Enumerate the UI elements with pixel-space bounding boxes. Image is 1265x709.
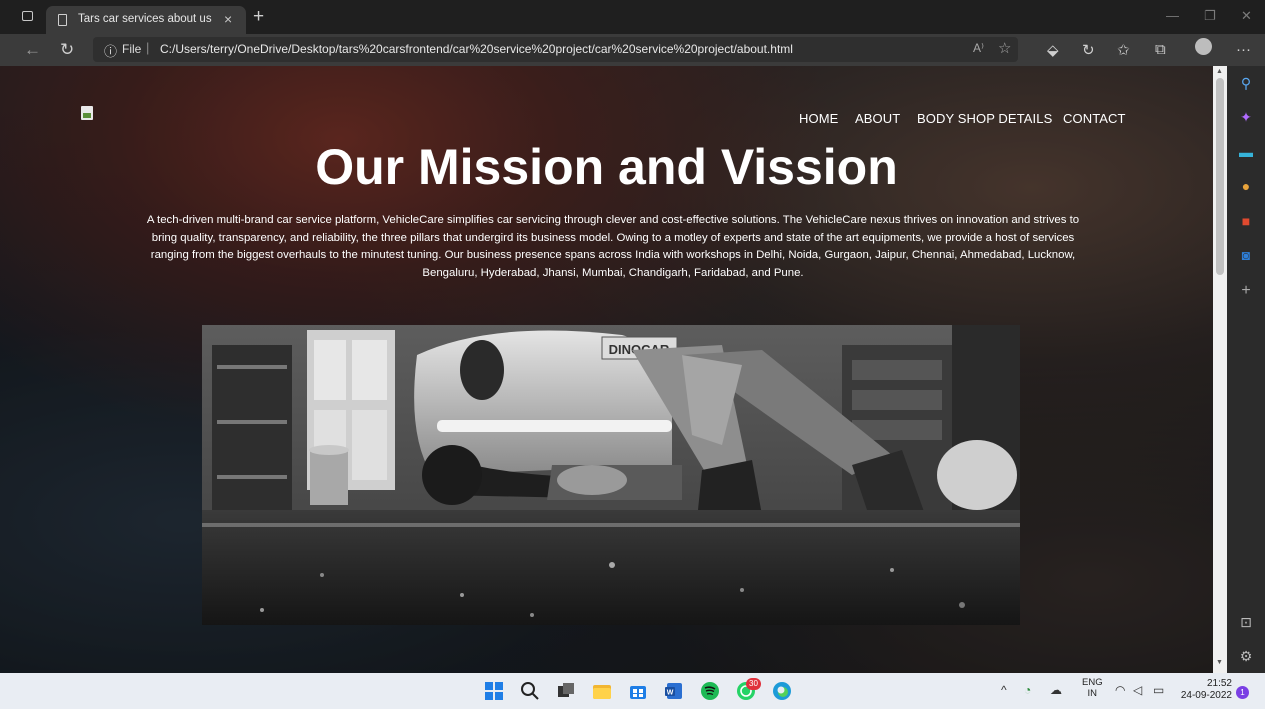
search-icon[interactable]: ⚲	[1227, 75, 1265, 92]
microsoft-store-icon[interactable]	[628, 681, 648, 701]
hide-sidebar-icon[interactable]: ⊡	[1227, 614, 1265, 631]
refresh-icon[interactable]: ↻	[60, 40, 74, 60]
extension-icon[interactable]: ⬙	[1047, 41, 1059, 59]
app-tray-icon[interactable]: ◔	[1024, 683, 1031, 697]
refresh-extension-icon[interactable]: ↻	[1082, 41, 1095, 59]
outlook-icon[interactable]: ◙	[1227, 247, 1265, 263]
nav-contact[interactable]: CONTACT	[1063, 111, 1126, 126]
page-scrollbar[interactable]: ▲ ▼	[1213, 66, 1227, 673]
back-icon[interactable]: ←	[24, 40, 41, 60]
battery-icon[interactable]: ▭	[1153, 683, 1164, 697]
wifi-icon[interactable]: ◠	[1115, 683, 1125, 697]
volume-icon[interactable]: ◁	[1133, 683, 1142, 697]
browser-toolbar: ← ↻ ⓘ File | C:/Users/terry/OneDrive/Des…	[0, 34, 1265, 66]
region-code: IN	[1087, 688, 1098, 699]
add-favorite-icon[interactable]: ☆	[998, 39, 1011, 57]
settings-menu-icon[interactable]: ···	[1236, 41, 1251, 58]
clock-date: 24-09-2022	[1180, 690, 1232, 701]
onedrive-icon[interactable]: ☁	[1050, 683, 1062, 697]
system-clock[interactable]: 21:52 24-09-2022	[1180, 678, 1232, 702]
taskbar-search-icon[interactable]	[520, 681, 540, 701]
url-text[interactable]: C:/Users/terry/OneDrive/Desktop/tars%20c…	[160, 42, 793, 56]
svg-text:W: W	[667, 690, 674, 697]
new-tab-button[interactable]: +	[253, 6, 264, 28]
scroll-up-icon[interactable]: ▲	[1216, 68, 1223, 75]
browser-tab[interactable]: Tars car services about us ×	[46, 6, 246, 34]
web-page: HOME ABOUT BODY SHOP DETAILS CONTACT Our…	[0, 66, 1213, 673]
edge-sidebar: ⚲ ✦ ▬ ● ■ ◙ + ⊡ ⚙	[1227, 66, 1265, 673]
mission-paragraph: A tech-driven multi-brand car service pl…	[146, 214, 1080, 279]
tab-close-icon[interactable]: ×	[224, 11, 232, 27]
office-icon[interactable]: ■	[1227, 213, 1265, 229]
windows-start-icon[interactable]	[484, 681, 504, 701]
nav-body-shop-details[interactable]: BODY SHOP DETAILS	[917, 111, 1052, 126]
windows-taskbar: W 30 ^ ◔ ☁ ENG IN ◠ ◁ ▭ 21:52 24-09-2022…	[0, 673, 1265, 709]
clock-time: 21:52	[1206, 678, 1232, 689]
collections-icon[interactable]: ⧉	[1155, 41, 1166, 58]
close-window-icon[interactable]: ✕	[1241, 8, 1252, 24]
logo-broken-image-icon	[81, 106, 93, 120]
add-sidebar-app-icon[interactable]: +	[1227, 282, 1265, 300]
tab-title: Tars car services about us	[78, 13, 212, 25]
page-icon	[58, 14, 67, 26]
notification-badge[interactable]: 1	[1236, 686, 1249, 699]
minimize-icon[interactable]: —	[1166, 8, 1179, 23]
address-scheme: File	[122, 42, 142, 56]
favorites-icon[interactable]: ✩	[1117, 41, 1130, 59]
restore-icon[interactable]: ❐	[1204, 8, 1216, 24]
tab-bar: Tars car services about us × + — ❐ ✕	[0, 0, 1265, 34]
file-explorer-icon[interactable]	[592, 681, 612, 701]
sidebar-settings-icon[interactable]: ⚙	[1227, 648, 1265, 665]
address-separator: |	[146, 40, 150, 55]
spotify-icon[interactable]	[700, 681, 720, 701]
nav-about[interactable]: ABOUT	[855, 111, 900, 126]
mechanic-photo: DINOCAR	[202, 325, 1020, 625]
site-info-icon[interactable]: ⓘ	[104, 41, 117, 60]
show-hidden-icons-icon[interactable]: ^	[1001, 683, 1007, 697]
language-indicator[interactable]: ENG IN	[1082, 677, 1103, 699]
address-bar[interactable]: ⓘ File | C:/Users/terry/OneDrive/Desktop…	[93, 37, 1018, 62]
language-code: ENG	[1082, 677, 1103, 688]
edge-icon[interactable]	[772, 681, 792, 701]
tools-icon[interactable]: ▬	[1227, 144, 1265, 160]
mechanic-photo-graphic: DINOCAR	[202, 325, 1020, 625]
profile-avatar[interactable]	[1195, 38, 1212, 55]
discover-icon[interactable]: ✦	[1227, 109, 1265, 126]
tab-actions-icon[interactable]	[22, 11, 33, 21]
word-icon[interactable]: W	[664, 681, 684, 701]
scrollbar-thumb[interactable]	[1216, 78, 1224, 275]
page-title: Our Mission and Vission	[315, 139, 898, 195]
read-aloud-icon[interactable]: A⁾	[973, 41, 984, 55]
people-icon[interactable]: ●	[1227, 178, 1265, 194]
whatsapp-badge: 30	[746, 678, 761, 690]
scroll-down-icon[interactable]: ▼	[1216, 659, 1223, 666]
task-view-icon[interactable]	[556, 681, 576, 701]
nav-home[interactable]: HOME	[799, 111, 838, 126]
